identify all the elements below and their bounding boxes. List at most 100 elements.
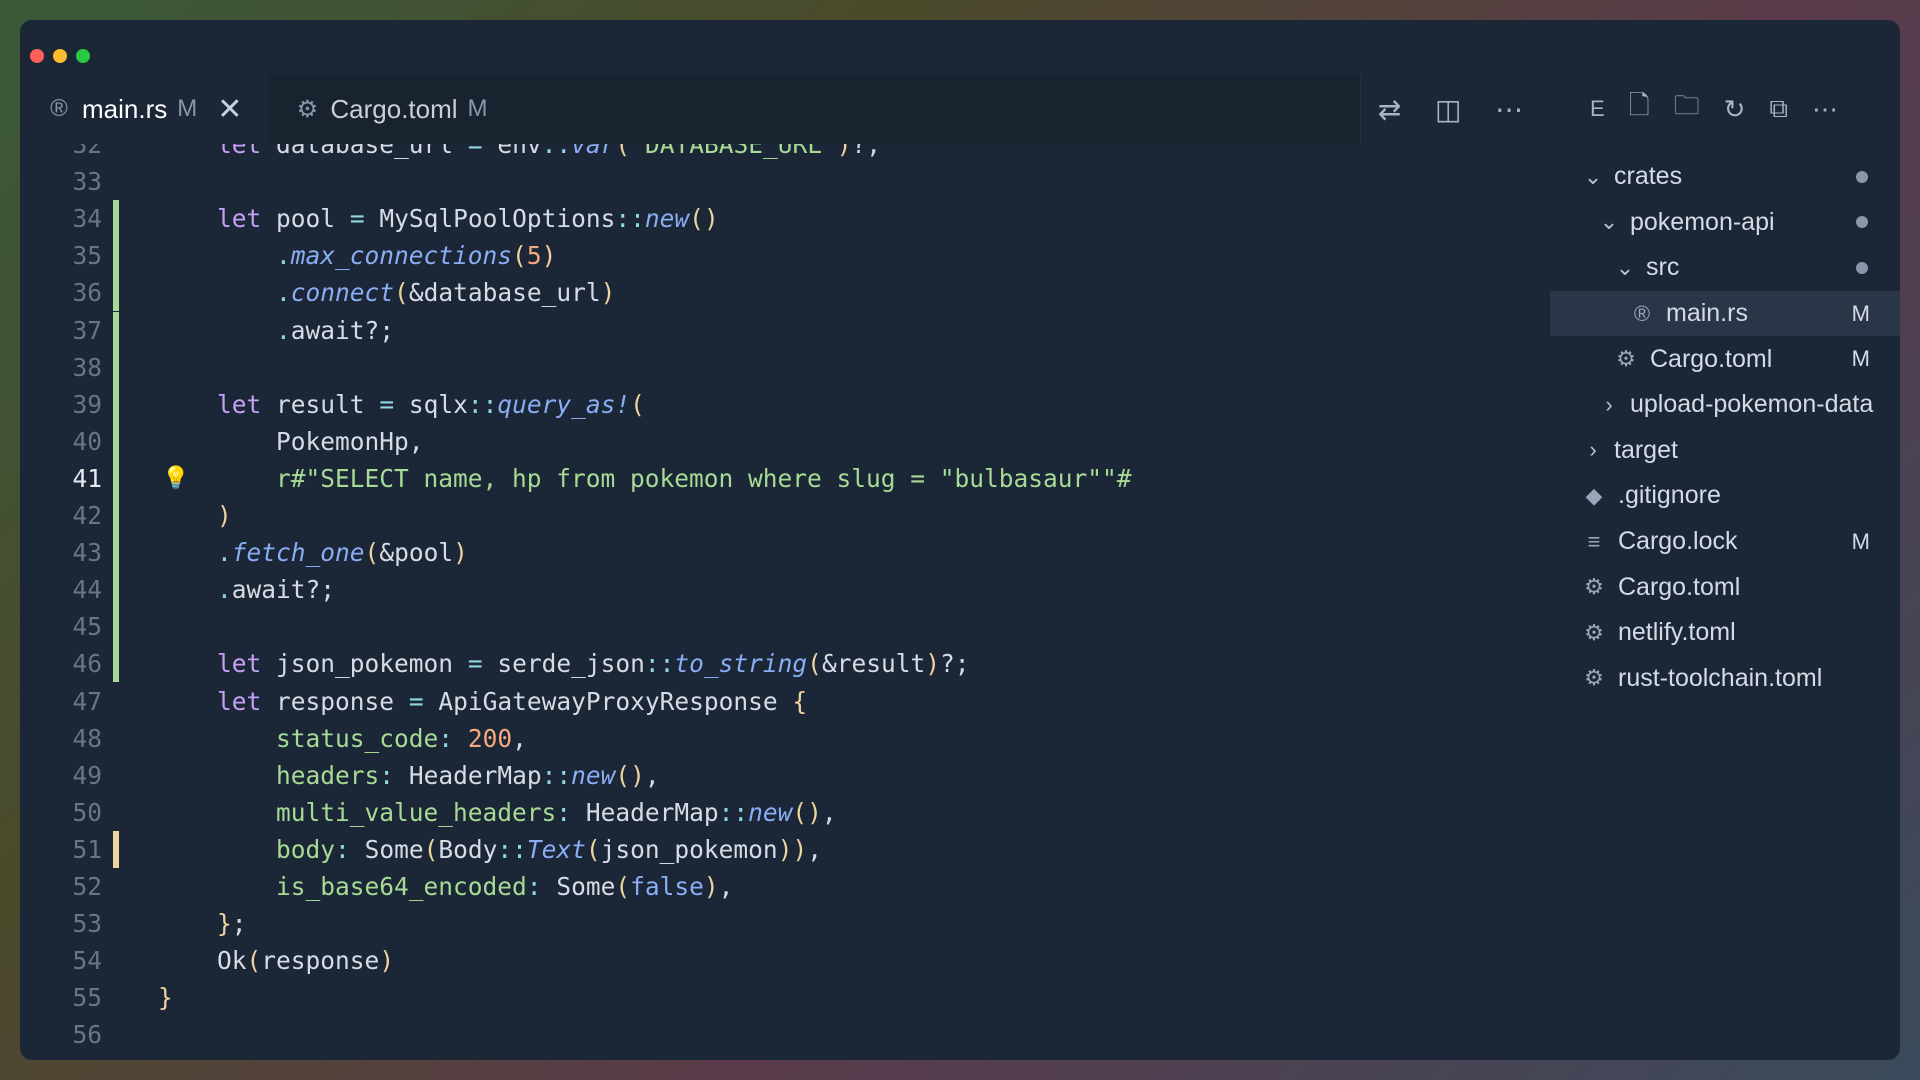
gear-icon: ⚙ xyxy=(1616,346,1636,372)
git-gutter-indicator xyxy=(113,608,119,646)
tree-item-label: rust-toolchain.toml xyxy=(1618,663,1823,692)
tab-main-rs[interactable]: ® main.rs M ✕ xyxy=(20,74,269,144)
code-line[interactable]: 48 status_code: 200, xyxy=(20,720,1550,757)
code-line[interactable]: 42 ) xyxy=(20,497,1550,534)
gear-icon: ⚙ xyxy=(1584,619,1604,645)
code-line[interactable]: 49 headers: HeaderMap::new(), xyxy=(20,757,1550,794)
code-line[interactable]: 40 PokemonHp, xyxy=(20,422,1550,460)
line-number: 41 xyxy=(72,463,102,493)
code-line[interactable]: 36 .connect(&database_url) xyxy=(20,274,1550,312)
modified-badge: M xyxy=(1851,300,1870,326)
line-number: 36 xyxy=(72,278,102,308)
code-text: } xyxy=(158,983,173,1013)
code-line[interactable]: 52 is_base64_encoded: Some(false), xyxy=(20,868,1550,905)
code-line[interactable]: 35 .max_connections(5) xyxy=(20,237,1550,275)
rust-icon: ® xyxy=(1633,300,1651,326)
line-number: 51 xyxy=(72,834,102,864)
split-editor-icon[interactable]: ◫ xyxy=(1435,93,1461,126)
chevron-down-icon: ⌄ xyxy=(1583,163,1603,189)
line-number: 49 xyxy=(72,760,102,790)
code-line[interactable]: 33 xyxy=(20,163,1550,200)
code-line[interactable]: 47 let response = ApiGatewayProxyRespons… xyxy=(20,683,1550,720)
git-gutter-indicator xyxy=(113,237,119,275)
code-text: Ok(response) xyxy=(217,946,395,976)
code-line[interactable]: 34 let pool = MySqlPoolOptions::new() xyxy=(20,200,1550,238)
code-line[interactable]: 39 let result = sqlx::query_as!( xyxy=(20,385,1550,423)
code-line[interactable]: 51 body: Some(Body::Text(json_pokemon)), xyxy=(20,830,1550,868)
chevron-down-icon: ⌄ xyxy=(1615,254,1635,280)
code-line[interactable]: 32 let database_url = env::var("DATABASE… xyxy=(20,144,1550,163)
code-text: }; xyxy=(217,909,247,939)
code-line[interactable]: 37 .await?; xyxy=(20,311,1550,349)
close-icon[interactable]: ✕ xyxy=(217,92,242,127)
code-line[interactable]: 43 .fetch_one(&pool) xyxy=(20,534,1550,572)
git-gutter-indicator xyxy=(113,645,119,683)
line-number: 42 xyxy=(72,501,102,530)
line-number: 33 xyxy=(72,167,102,197)
code-text: let pool = MySqlPoolOptions::new() xyxy=(217,204,719,234)
new-folder-icon[interactable]: 🗀 xyxy=(1674,87,1700,131)
tree-item[interactable]: ⚙ Cargo.toml M xyxy=(1550,336,1900,382)
tree-item-label: Cargo.lock xyxy=(1618,527,1738,556)
tree-item[interactable]: ◆ .gitignore xyxy=(1550,473,1900,519)
tree-item-label: netlify.toml xyxy=(1618,618,1736,647)
line-number: 38 xyxy=(72,352,102,382)
code-line[interactable]: 41 💡 r#"SELECT name, hp from pokemon wher… xyxy=(20,459,1550,497)
line-number: 53 xyxy=(72,909,102,939)
line-number: 52 xyxy=(72,872,102,901)
file-explorer: E 🗋 🗀 ↻ ⧉ ⋯ ⌄ crates ⌄ pokemon-api ⌄ src ® main… xyxy=(1550,74,1900,1060)
chevron-down-icon: ⌄ xyxy=(1599,209,1619,235)
tree-item[interactable]: ⚙ Cargo.toml xyxy=(1550,564,1900,610)
code-text: let json_pokemon = serde_json::to_string… xyxy=(217,649,970,679)
chevron-right-icon: › xyxy=(1605,391,1613,417)
tree-item-label: upload-pokemon-data xyxy=(1630,390,1874,419)
code-text: .max_connections(5) xyxy=(276,241,557,271)
code-text: headers: HeaderMap::new(), xyxy=(276,760,660,790)
line-number: 34 xyxy=(72,204,102,234)
tree-item[interactable]: ≡ Cargo.lock M xyxy=(1550,519,1900,565)
tree-item-label: Cargo.toml xyxy=(1618,572,1741,601)
rust-icon: ® xyxy=(50,95,68,122)
git-gutter-indicator xyxy=(113,459,119,497)
tree-item[interactable]: › target xyxy=(1550,428,1900,474)
code-line[interactable]: 50 multi_value_headers: HeaderMap::new()… xyxy=(20,794,1550,831)
line-number: 37 xyxy=(72,315,102,345)
gear-icon: ⚙ xyxy=(1584,665,1604,691)
git-gutter-indicator xyxy=(113,830,119,868)
tree-item[interactable]: ⌄ crates xyxy=(1550,154,1900,200)
more-icon[interactable]: ⋯ xyxy=(1812,94,1838,125)
tree-item-label: pokemon-api xyxy=(1630,207,1775,236)
line-number: 43 xyxy=(72,538,102,568)
minimize-window-button[interactable] xyxy=(53,49,67,63)
code-line[interactable]: 54 Ok(response) xyxy=(20,942,1550,979)
tree-item-label: .gitignore xyxy=(1618,481,1721,510)
tree-item[interactable]: ⚙ rust-toolchain.toml xyxy=(1550,656,1900,702)
refresh-icon[interactable]: ↻ xyxy=(1724,94,1746,125)
tree-item[interactable]: › upload-pokemon-data xyxy=(1550,382,1900,428)
more-actions-icon[interactable]: ⋯ xyxy=(1495,93,1523,126)
code-editor[interactable]: 32 let database_url = env::var("DATABASE… xyxy=(20,144,1550,1060)
maximize-window-button[interactable] xyxy=(76,49,90,63)
collapse-all-icon[interactable]: ⧉ xyxy=(1769,93,1788,125)
git-gutter-indicator xyxy=(113,274,119,312)
code-line[interactable]: 44 .await?; xyxy=(20,571,1550,609)
code-line[interactable]: 56 xyxy=(20,1016,1550,1053)
code-line[interactable]: 38 xyxy=(20,348,1550,386)
new-file-icon[interactable]: 🗋 xyxy=(1629,87,1650,131)
code-line[interactable]: 46 let json_pokemon = serde_json::to_str… xyxy=(20,645,1550,683)
tree-item[interactable]: ® main.rs M xyxy=(1550,290,1900,337)
tree-item[interactable]: ⌄ src xyxy=(1550,245,1900,291)
git-gutter-indicator xyxy=(113,497,119,534)
tab-cargo-toml[interactable]: ⚙ Cargo.toml M xyxy=(268,74,513,144)
code-line[interactable]: 55} xyxy=(20,979,1550,1016)
code-line[interactable]: 53 }; xyxy=(20,905,1550,942)
change-dot xyxy=(1856,216,1868,229)
code-line[interactable]: 45 xyxy=(20,608,1550,646)
tree-item[interactable]: ⌄ pokemon-api xyxy=(1550,200,1900,246)
compare-changes-icon[interactable]: ⇄ xyxy=(1378,93,1401,126)
git-gutter-indicator xyxy=(113,422,119,460)
tree-item[interactable]: ⚙ netlify.toml xyxy=(1550,610,1900,656)
change-dot xyxy=(1856,261,1868,274)
close-window-button[interactable] xyxy=(30,49,44,63)
file-tree: ⌄ crates ⌄ pokemon-api ⌄ src ® main.rs M ⚙ Cargo.t… xyxy=(1550,154,1900,701)
